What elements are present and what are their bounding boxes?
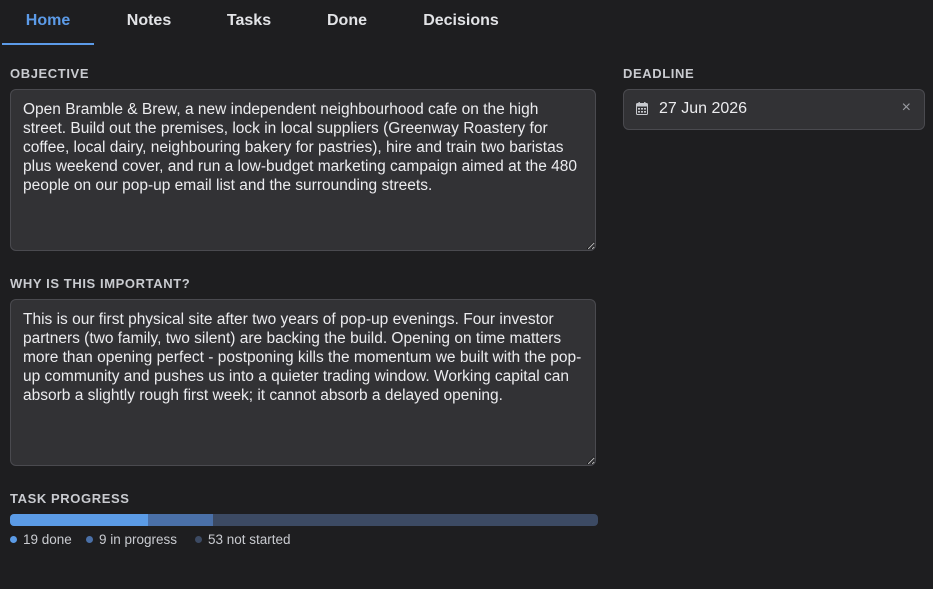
task-progress-label: TASK PROGRESS — [10, 491, 130, 506]
calendar-icon — [636, 102, 648, 120]
progress-segment-in-progress — [147, 514, 214, 526]
tab-done[interactable]: Done — [305, 0, 389, 45]
tab-tasks[interactable]: Tasks — [205, 0, 293, 45]
objective-field[interactable]: Open Bramble & Brew, a new independent n… — [10, 89, 596, 251]
legend-dot-not-started — [195, 536, 202, 543]
tab-bar: Home Notes Tasks Done Decisions — [0, 0, 933, 45]
legend-in-progress: 9 in progress — [86, 532, 177, 547]
legend-done: 19 done — [10, 532, 72, 547]
legend-done-text: 19 done — [23, 532, 72, 547]
deadline-field[interactable]: 27 Jun 2026 × — [623, 89, 925, 130]
legend-in-progress-text: 9 in progress — [99, 532, 178, 547]
close-icon[interactable]: × — [902, 99, 911, 117]
progress-segment-done — [10, 514, 148, 526]
tab-home[interactable]: Home — [2, 0, 94, 45]
legend-not-started: 53 not started — [195, 532, 291, 547]
legend-not-started-text: 53 not started — [208, 532, 291, 547]
importance-label: WHY IS THIS IMPORTANT? — [10, 276, 191, 291]
legend-dot-done — [10, 536, 17, 543]
legend-dot-in-progress — [86, 536, 93, 543]
tab-decisions[interactable]: Decisions — [407, 0, 515, 45]
tab-notes[interactable]: Notes — [104, 0, 194, 45]
importance-field[interactable]: This is our first physical site after tw… — [10, 299, 596, 466]
deadline-label: DEADLINE — [623, 66, 695, 81]
deadline-value: 27 Jun 2026 — [659, 100, 748, 117]
objective-label: OBJECTIVE — [10, 66, 90, 81]
task-progress-bar — [10, 514, 598, 526]
